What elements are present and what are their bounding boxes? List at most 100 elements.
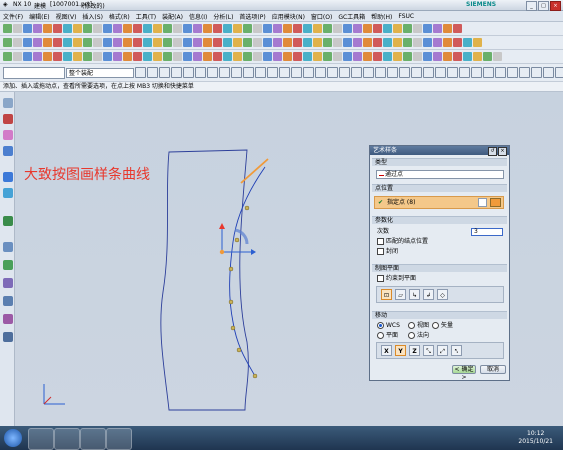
toolbar-button-icon[interactable]	[113, 38, 122, 47]
toolbar-button-icon[interactable]	[113, 52, 122, 61]
toolbar-button-icon[interactable]	[413, 52, 422, 61]
cancel-button[interactable]: 取消	[480, 365, 506, 374]
toolbar-button-icon[interactable]	[423, 52, 432, 61]
snap-point-icon[interactable]	[219, 67, 230, 78]
toolbar-button-icon[interactable]	[63, 38, 72, 47]
menu-insert[interactable]: 插入(S)	[79, 12, 106, 21]
toolbar-button-icon[interactable]	[23, 24, 32, 33]
menu-information[interactable]: 信息(I)	[186, 12, 210, 21]
toolbar-button-icon[interactable]	[443, 24, 452, 33]
toolbar-button-icon[interactable]	[13, 38, 22, 47]
snap-point-icon[interactable]	[243, 67, 254, 78]
snap-point-icon[interactable]	[507, 67, 518, 78]
toolbar-button-icon[interactable]	[363, 52, 372, 61]
toolbar-button-icon[interactable]	[473, 38, 482, 47]
toolbar-button-icon[interactable]	[133, 52, 142, 61]
toolbar-button-icon[interactable]	[323, 24, 332, 33]
toolbar-button-icon[interactable]	[353, 38, 362, 47]
toolbar-button-icon[interactable]	[213, 24, 222, 33]
close-button[interactable]: ×	[550, 1, 561, 11]
toolbar-button-icon[interactable]	[373, 52, 382, 61]
snap-point-icon[interactable]	[195, 67, 206, 78]
toolbar-button-icon[interactable]	[313, 52, 322, 61]
toolbar-button-icon[interactable]	[83, 52, 92, 61]
toolbar-button-icon[interactable]	[303, 24, 312, 33]
scope-select[interactable]: 整个装配	[66, 67, 134, 78]
menu-edit[interactable]: 编辑(E)	[26, 12, 52, 21]
toolbar-button-icon[interactable]	[403, 38, 412, 47]
type-section-header[interactable]: 类型	[372, 158, 507, 166]
toolbar-button-icon[interactable]	[353, 52, 362, 61]
parameterization-section-header[interactable]: 参数化	[372, 216, 507, 224]
snap-point-icon[interactable]	[327, 67, 338, 78]
toolbar-button-icon[interactable]	[63, 24, 72, 33]
z-axis-button[interactable]: Z	[409, 345, 420, 356]
toolbar-button-icon[interactable]	[273, 52, 282, 61]
snap-point-icon[interactable]	[483, 67, 494, 78]
clock-icon[interactable]	[3, 242, 13, 252]
toolbar-button-icon[interactable]	[213, 52, 222, 61]
system-scenes-icon[interactable]	[3, 278, 13, 288]
dialog-close-button[interactable]: ×	[498, 147, 507, 156]
toolbar-button-icon[interactable]	[383, 24, 392, 33]
toolbar-button-icon[interactable]	[83, 24, 92, 33]
toolbar-button-icon[interactable]	[153, 52, 162, 61]
snap-point-icon[interactable]	[147, 67, 158, 78]
point-section-header[interactable]: 点位置	[372, 184, 507, 192]
toolbar-button-icon[interactable]	[33, 38, 42, 47]
toolbar-button-icon[interactable]	[143, 38, 152, 47]
move-section-header[interactable]: 移动	[372, 311, 507, 319]
view-radio[interactable]: 视图	[408, 322, 429, 330]
constrain-plane-checkbox[interactable]: 约束到平面	[377, 275, 416, 283]
filter-select[interactable]	[3, 66, 65, 79]
snap-point-icon[interactable]	[183, 67, 194, 78]
toolbar-button-icon[interactable]	[73, 52, 82, 61]
snap-point-icon[interactable]	[291, 67, 302, 78]
toolbar-button-icon[interactable]	[303, 52, 312, 61]
menu-gc-toolkit[interactable]: GC工具箱	[335, 12, 368, 21]
toolbar-button-icon[interactable]	[223, 52, 232, 61]
toolbar-button-icon[interactable]	[123, 24, 132, 33]
menu-fsuc[interactable]: FSUC	[395, 13, 417, 20]
reuse-library-icon[interactable]	[3, 172, 13, 182]
type-dropdown[interactable]: 通过点	[376, 170, 504, 179]
system-clock[interactable]: 10:12 2015/10/21	[518, 430, 553, 446]
toolbar-button-icon[interactable]	[103, 24, 112, 33]
taskbar-app-icon[interactable]	[28, 428, 54, 450]
snap-point-icon[interactable]	[159, 67, 170, 78]
history-icon[interactable]	[3, 114, 13, 124]
menu-window[interactable]: 窗口(O)	[308, 12, 335, 21]
toolbar-button-icon[interactable]	[303, 38, 312, 47]
xy-axis-icon[interactable]: ⤡	[423, 345, 434, 356]
toolbar-button-icon[interactable]	[23, 52, 32, 61]
toolbar-button-icon[interactable]	[403, 52, 412, 61]
toolbar-button-icon[interactable]	[293, 38, 302, 47]
toolbar-button-icon[interactable]	[203, 38, 212, 47]
snap-point-icon[interactable]	[279, 67, 290, 78]
toolbar-button-icon[interactable]	[333, 38, 342, 47]
toolbar-button-icon[interactable]	[73, 24, 82, 33]
snap-point-icon[interactable]	[375, 67, 386, 78]
toolbar-button-icon[interactable]	[53, 52, 62, 61]
snap-point-icon[interactable]	[135, 67, 146, 78]
x-axis-button[interactable]: X	[381, 345, 392, 356]
toolbar-button-icon[interactable]	[233, 52, 242, 61]
toolbar-button-icon[interactable]	[283, 24, 292, 33]
toolbar-button-icon[interactable]	[293, 24, 302, 33]
constraint-navigator-icon[interactable]	[3, 146, 13, 156]
toolbar-button-icon[interactable]	[33, 24, 42, 33]
degree-input[interactable]: 3	[471, 228, 503, 236]
snap-point-icon[interactable]	[543, 67, 554, 78]
toolbar-button-icon[interactable]	[33, 52, 42, 61]
plane-icon[interactable]: ▱	[395, 289, 406, 300]
menu-help[interactable]: 帮助(H)	[368, 12, 395, 21]
wcs-radio[interactable]: WCS	[377, 322, 400, 330]
toolbar-button-icon[interactable]	[163, 38, 172, 47]
toolbar-button-icon[interactable]	[283, 52, 292, 61]
toolbar-button-icon[interactable]	[313, 24, 322, 33]
toolbar-button-icon[interactable]	[333, 52, 342, 61]
ok-button[interactable]: < 确定 >	[452, 365, 476, 381]
snap-point-icon[interactable]	[555, 67, 563, 78]
snap-point-icon[interactable]	[303, 67, 314, 78]
toolbar-button-icon[interactable]	[253, 52, 262, 61]
